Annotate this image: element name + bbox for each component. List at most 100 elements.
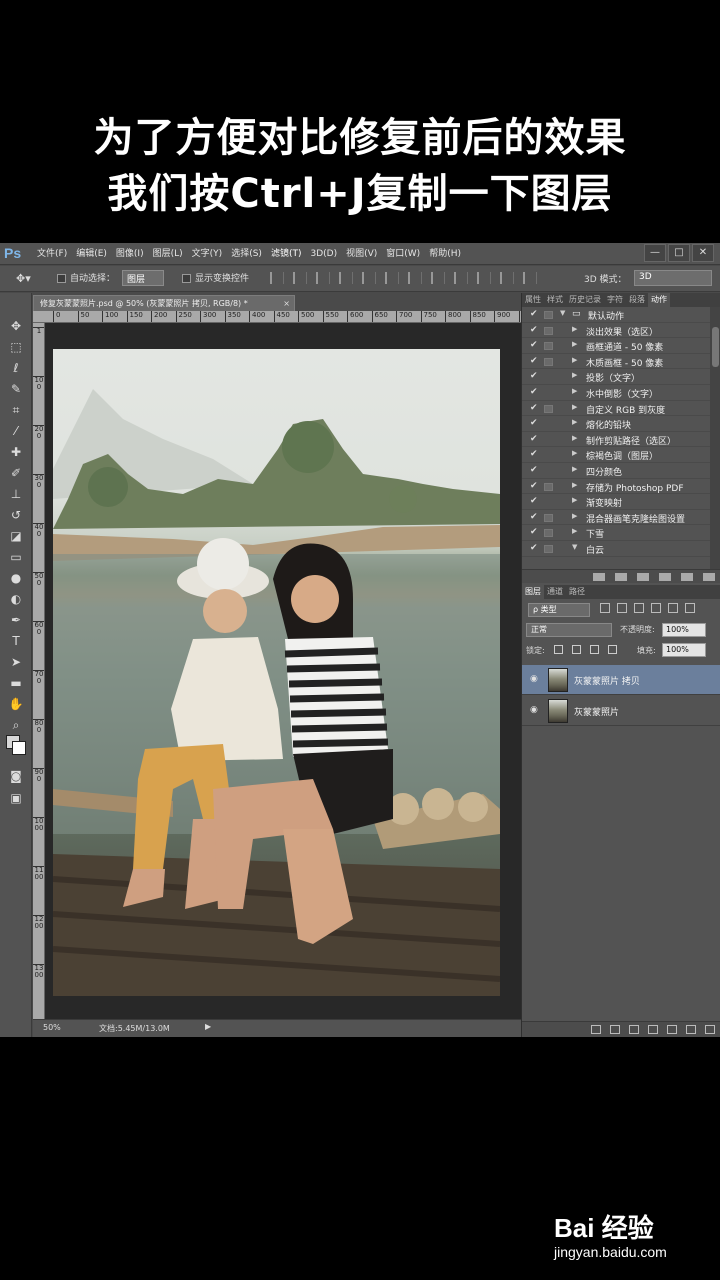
background-color-swatch[interactable] (12, 741, 26, 755)
align-vcenter-icon[interactable] (293, 272, 307, 284)
action-check-icon[interactable]: ✔ (530, 340, 538, 350)
action-row[interactable]: ✔ ▶ 画框通道 - 50 像素 (522, 338, 710, 354)
action-row[interactable]: ✔ ▶ 制作剪贴路径（选区） (522, 432, 710, 448)
expand-triangle-icon[interactable]: ▶ (572, 340, 577, 348)
pen-tool-icon[interactable]: ✒ (6, 611, 26, 629)
link-layers-icon[interactable] (591, 1025, 601, 1034)
opacity-input[interactable]: 100% (662, 623, 706, 637)
screen-mode-icon[interactable]: ▣ (6, 789, 26, 807)
action-dialog-toggle[interactable] (544, 529, 553, 538)
3d-mode-dropdown[interactable]: 3D (634, 270, 712, 286)
expand-triangle-icon[interactable]: ▼ (560, 309, 565, 317)
document-close-icon[interactable]: × (283, 296, 290, 311)
action-row[interactable]: ✔ ▶ 投影（文字） (522, 369, 710, 385)
type-tool-icon[interactable]: T (6, 632, 26, 650)
zoom-tool-icon[interactable]: ⌕ (6, 716, 26, 734)
shape-tool-icon[interactable]: ▬ (6, 674, 26, 692)
tab-layers[interactable]: 图层 (522, 585, 544, 599)
action-row[interactable]: ✔ ▶ 棕褐色调（图层） (522, 447, 710, 463)
dodge-tool-icon[interactable]: ◐ (6, 590, 26, 608)
menu-view[interactable]: 视图(V) (346, 243, 377, 265)
canvas-area[interactable] (45, 323, 521, 1019)
expand-triangle-icon[interactable]: ▶ (572, 449, 577, 457)
gradient-tool-icon[interactable]: ▭ (6, 548, 26, 566)
record-icon[interactable] (615, 573, 627, 581)
menu-filter[interactable]: 滤镜(T) (271, 243, 302, 265)
fill-input[interactable]: 100% (662, 643, 706, 657)
tab-paths[interactable]: 路径 (566, 585, 588, 599)
add-mask-icon[interactable] (629, 1025, 639, 1034)
action-check-icon[interactable]: ✔ (530, 512, 538, 522)
action-row[interactable]: ✔ ▶ 淡出效果（选区） (522, 323, 710, 339)
document-tab[interactable]: 修复灰蒙蒙照片.psd @ 50% (灰蒙蒙照片 拷贝, RGB/8) * × (33, 295, 295, 311)
healing-brush-tool-icon[interactable]: ✚ (6, 443, 26, 461)
lock-position-icon[interactable] (590, 645, 599, 654)
blur-tool-icon[interactable]: ● (6, 569, 26, 587)
action-check-icon[interactable]: ✔ (530, 356, 538, 366)
layer-row-copy[interactable]: ◉ 灰蒙蒙照片 拷贝 (522, 665, 720, 695)
hand-tool-icon[interactable]: ✋ (6, 695, 26, 713)
layer-filter-dropdown[interactable]: ρ 类型 (528, 603, 590, 617)
action-row[interactable]: ✔ ▶ 下雪 (522, 525, 710, 541)
distribute-hcenter-icon[interactable] (500, 272, 514, 284)
menu-file[interactable]: 文件(F) (37, 243, 67, 265)
tab-styles[interactable]: 样式 (544, 293, 566, 307)
visibility-eye-icon[interactable]: ◉ (530, 674, 538, 684)
filter-type-icon[interactable] (634, 603, 644, 613)
filter-toggle-icon[interactable] (685, 603, 695, 613)
actions-scroll-thumb[interactable] (712, 327, 719, 367)
delete-layer-icon[interactable] (705, 1025, 715, 1034)
action-dialog-toggle[interactable] (544, 545, 553, 553)
menu-edit[interactable]: 编辑(E) (76, 243, 107, 265)
auto-align-icon[interactable] (523, 272, 537, 284)
action-dialog-toggle[interactable] (544, 482, 553, 491)
action-check-icon[interactable]: ✔ (530, 387, 538, 397)
action-dialog-toggle[interactable] (544, 311, 553, 319)
move-tool-preset-icon[interactable]: ✥▾ (16, 272, 31, 285)
action-row[interactable]: ✔ ▶ 渐变映射 (522, 494, 710, 510)
blend-mode-dropdown[interactable]: 正常 (526, 623, 612, 637)
clone-stamp-tool-icon[interactable]: ⊥ (6, 485, 26, 503)
expand-triangle-icon[interactable]: ▶ (572, 481, 577, 489)
action-dialog-toggle[interactable] (544, 326, 553, 335)
action-row[interactable]: ✔ ▶ 水中倒影（文字） (522, 385, 710, 401)
action-check-icon[interactable]: ✔ (530, 325, 538, 335)
layer-style-icon[interactable] (610, 1025, 620, 1034)
lock-transparent-icon[interactable] (554, 645, 563, 654)
menu-layer[interactable]: 图层(L) (153, 243, 183, 265)
expand-triangle-icon[interactable]: ▶ (572, 496, 577, 504)
tab-character[interactable]: 字符 (604, 293, 626, 307)
expand-triangle-icon[interactable]: ▶ (572, 387, 577, 395)
align-right-icon[interactable] (385, 272, 399, 284)
history-brush-tool-icon[interactable]: ↺ (6, 506, 26, 524)
filter-shape-icon[interactable] (651, 603, 661, 613)
align-hcenter-icon[interactable] (362, 272, 376, 284)
action-check-icon[interactable]: ✔ (530, 449, 538, 459)
show-transform-checkbox[interactable] (182, 274, 191, 283)
action-dialog-toggle[interactable] (544, 357, 553, 366)
menu-select[interactable]: 选择(S) (231, 243, 262, 265)
expand-triangle-icon[interactable]: ▶ (572, 434, 577, 442)
expand-triangle-icon[interactable]: ▶ (572, 418, 577, 426)
action-check-icon[interactable]: ✔ (530, 543, 538, 553)
auto-select-checkbox[interactable] (57, 274, 66, 283)
distribute-bottom-icon[interactable] (454, 272, 468, 284)
action-dialog-toggle[interactable] (544, 342, 553, 351)
action-check-icon[interactable]: ✔ (530, 309, 538, 319)
expand-triangle-icon[interactable]: ▶ (572, 403, 577, 411)
action-dialog-toggle[interactable] (544, 404, 553, 413)
action-check-icon[interactable]: ✔ (530, 434, 538, 444)
expand-triangle-icon[interactable]: ▶ (572, 512, 577, 520)
action-check-icon[interactable]: ✔ (530, 418, 538, 428)
action-row[interactable]: ✔ ▶ 木质画框 - 50 像素 (522, 354, 710, 370)
distribute-top-icon[interactable] (408, 272, 422, 284)
expand-triangle-icon[interactable]: ▶ (572, 356, 577, 364)
expand-triangle-icon[interactable]: ▶ (572, 371, 577, 379)
quick-select-tool-icon[interactable]: ✎ (6, 380, 26, 398)
photo-canvas[interactable] (53, 349, 500, 996)
brush-tool-icon[interactable]: ✐ (6, 464, 26, 482)
minimize-button[interactable]: — (644, 244, 666, 262)
lasso-tool-icon[interactable]: ℓ (6, 359, 26, 377)
layer-row-original[interactable]: ◉ 灰蒙蒙照片 (522, 696, 720, 726)
auto-select-dropdown[interactable]: 图层 (122, 270, 164, 286)
